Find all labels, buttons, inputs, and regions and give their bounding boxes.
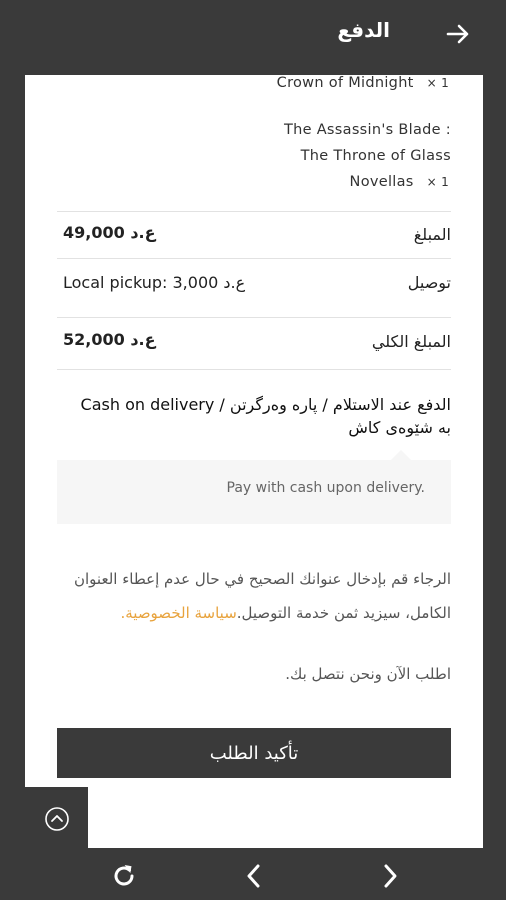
order-item: Crown of Midnight × 1	[277, 75, 449, 91]
scroll-top-button[interactable]	[25, 787, 88, 850]
browser-toolbar	[0, 850, 506, 900]
divider	[57, 369, 451, 370]
reload-icon[interactable]	[108, 860, 140, 892]
chevron-right-icon[interactable]	[374, 860, 406, 892]
item-qty: × 1	[426, 175, 449, 189]
item-title-line-3: Novellas	[349, 174, 414, 190]
payment-description: Pay with cash upon delivery.	[226, 480, 426, 496]
subtotal-label: المبلغ	[413, 225, 451, 244]
payment-description-box: Pay with cash upon delivery.	[57, 450, 451, 524]
item-title-line-1: The Assassin's Blade :	[283, 122, 451, 138]
divider	[57, 317, 451, 318]
item-title: Crown of Midnight	[276, 75, 414, 91]
item-title-line-2: The Throne of Glass	[300, 148, 451, 164]
call-notice: اطلب الآن ونحن نتصل بك.	[285, 665, 451, 683]
confirm-order-button[interactable]: تأكيد الطلب	[57, 728, 451, 778]
divider	[57, 258, 451, 259]
order-item-2-last: Novellas × 1	[350, 174, 449, 190]
shipping-value: Local pickup: ع.د 3,000	[63, 273, 245, 292]
payment-method-title[interactable]: Cash on delivery / الدفع عند الاستلام / …	[71, 393, 451, 439]
divider	[57, 211, 451, 212]
total-value: 52,000 ع.د	[63, 330, 156, 349]
subtotal-value: 49,000 ع.د	[63, 223, 156, 242]
delivery-notice: الرجاء قم بإدخال عنوانك الصحيح في حال عد…	[57, 562, 451, 630]
item-qty: × 1	[426, 76, 449, 90]
privacy-policy-link[interactable]: سياسة الخصوصية.	[120, 604, 236, 622]
page-title: الدفع	[337, 18, 390, 42]
shipping-value-text: Local pickup: ع.د 3,000	[63, 273, 246, 292]
total-label: المبلغ الكلي	[371, 332, 451, 351]
chevron-up-circle-icon	[44, 806, 69, 831]
checkout-panel: Crown of Midnight × 1 The Assassin's Bla…	[25, 75, 483, 848]
chevron-left-icon[interactable]	[238, 860, 270, 892]
app-header: الدفع	[0, 0, 506, 68]
shipping-label: توصيل	[407, 273, 451, 292]
arrow-right-icon[interactable]	[440, 16, 476, 52]
